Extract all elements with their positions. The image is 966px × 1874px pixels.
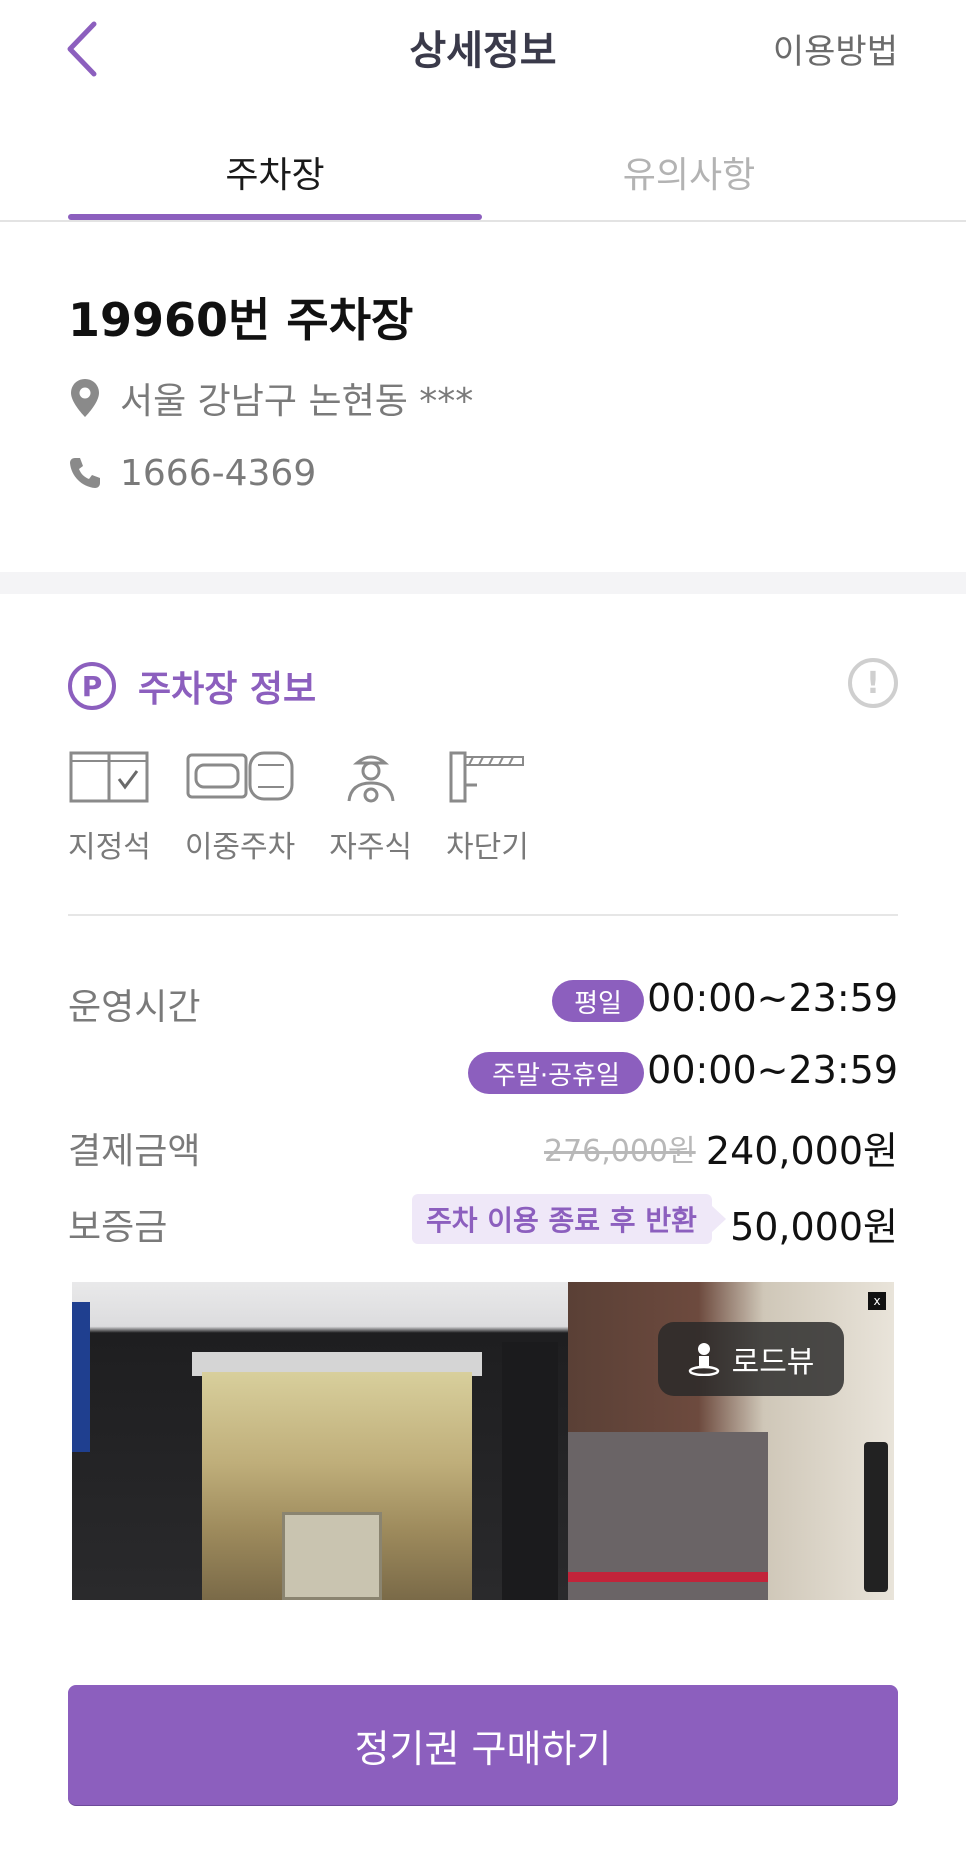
person-pin-icon (688, 1342, 720, 1376)
tab-parking-lot[interactable]: 주차장 (68, 146, 482, 198)
feature-barrier-gate: 차단기 (446, 748, 529, 866)
feature-label: 지정석 (68, 830, 151, 865)
header: 상세정보 이용방법 (0, 0, 966, 100)
phone-row[interactable]: 1666-4369 (68, 452, 316, 494)
feature-label: 자주식 (329, 830, 413, 865)
address-text: 서울 강남구 논현동 *** (120, 381, 474, 422)
section-separator (0, 572, 966, 594)
how-to-use-link[interactable]: 이용방법 (773, 24, 898, 73)
phone-icon (68, 452, 102, 494)
reserved-seat-icon (69, 748, 149, 804)
weekend-holiday-pill: 주말·공휴일 (468, 1052, 644, 1094)
parking-info-header: P 주차장 정보 (68, 660, 316, 712)
map-controls[interactable] (864, 1442, 888, 1592)
barrier-gate-icon (447, 748, 527, 804)
active-tab-indicator (68, 214, 482, 220)
payment-amount-label: 결제금액 (68, 1131, 201, 1172)
feature-label: 이중주차 (184, 830, 296, 865)
weekend-hours: 00:00~23:59 (647, 1048, 898, 1092)
original-price: 276,000원 (544, 1134, 696, 1169)
phone-number[interactable]: 1666-4369 (120, 453, 316, 494)
feature-double-parking: 이중주차 (185, 748, 295, 866)
discounted-price: 240,000원 (705, 1129, 898, 1173)
road-view-button[interactable]: 로드뷰 (658, 1322, 844, 1396)
feature-self-park: 자주식 (329, 748, 412, 866)
feature-label: 차단기 (446, 830, 529, 865)
parking-lot-name: 19960번 주차장 (68, 293, 414, 347)
tab-notices[interactable]: 유의사항 (482, 146, 896, 198)
feature-list: 지정석 이중주차 자주식 차단기 (68, 748, 563, 866)
deposit-return-note: 주차 이용 종료 후 반환 (412, 1194, 726, 1244)
operating-hours-label: 운영시간 (68, 987, 201, 1028)
deposit-amount: 50,000원 (730, 1205, 898, 1249)
weekday-pill: 평일 (552, 980, 644, 1022)
tab-bar: 주차장 유의사항 (0, 130, 966, 222)
road-view-image[interactable]: 로드뷰 x (72, 1282, 894, 1600)
section-title: 주차장 정보 (138, 669, 317, 710)
deposit-label: 보증금 (68, 1207, 168, 1248)
location-pin-icon (68, 377, 102, 419)
parking-p-icon: P (68, 662, 116, 710)
double-parking-icon (186, 748, 294, 804)
storefront-photo (72, 1282, 568, 1600)
info-exclamation-icon[interactable]: ! (848, 658, 898, 708)
road-view-label: 로드뷰 (731, 1345, 815, 1380)
feature-reserved-seat: 지정석 (68, 748, 151, 866)
buy-season-pass-button[interactable]: 정기권 구매하기 (68, 1685, 898, 1805)
weekday-hours: 00:00~23:59 (647, 976, 898, 1020)
address-row: 서울 강남구 논현동 *** (68, 372, 473, 424)
self-park-icon (341, 748, 401, 804)
close-icon[interactable]: x (868, 1292, 886, 1310)
divider (68, 914, 898, 916)
